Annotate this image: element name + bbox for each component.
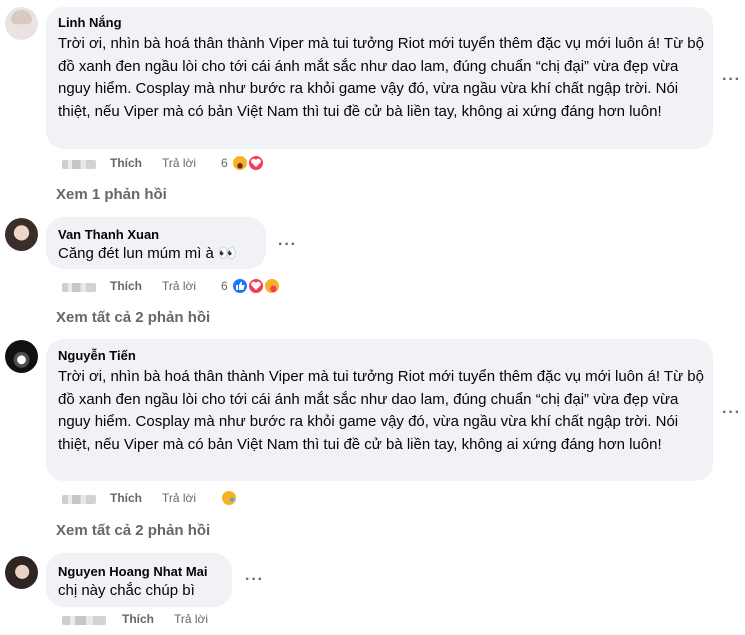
avatar[interactable] (5, 218, 38, 251)
reaction-count[interactable]: 6 (221, 279, 228, 293)
more-options-icon[interactable]: ··· (722, 72, 741, 88)
like-button[interactable]: Thích (110, 491, 142, 505)
comment-author[interactable]: Nguyen Hoang Nhat Mai (58, 564, 208, 579)
timestamp[interactable] (62, 283, 96, 292)
heart-icon[interactable] (247, 154, 265, 172)
comment-text: Căng đét lun múm mì à 👀 (58, 245, 237, 262)
view-replies-link[interactable]: Xem 1 phản hồi (56, 186, 167, 203)
sad-face-icon[interactable] (220, 489, 238, 507)
comment-actions: Thích Trả lời 6 (58, 277, 318, 297)
reply-button[interactable]: Trả lời (162, 156, 196, 170)
reply-button[interactable]: Trả lời (162, 491, 196, 505)
comment-text: Trời ơi, nhìn bà hoá thân thành Viper mà… (58, 368, 704, 453)
comment-author[interactable]: Nguyễn Tiến (58, 348, 136, 363)
avatar[interactable] (5, 7, 38, 40)
timestamp[interactable] (62, 495, 96, 504)
more-options-icon[interactable]: ··· (245, 572, 264, 588)
comment-actions: Thích Trả lời (58, 610, 318, 630)
comment-text: Trời ơi, nhìn bà hoá thân thành Viper mà… (58, 35, 704, 120)
timestamp[interactable] (62, 616, 106, 625)
like-button[interactable]: Thích (110, 279, 142, 293)
care-face-icon[interactable] (263, 277, 281, 295)
like-button[interactable]: Thích (110, 156, 142, 170)
reply-button[interactable]: Trả lời (174, 612, 208, 626)
comment-author[interactable]: Linh Nắng (58, 15, 122, 30)
avatar[interactable] (5, 556, 38, 589)
comment-text: chị này chắc chúp bì (58, 582, 195, 599)
more-options-icon[interactable]: ··· (278, 237, 297, 253)
comment-author[interactable]: Van Thanh Xuan (58, 227, 159, 242)
view-replies-link[interactable]: Xem tất cả 2 phản hồi (56, 522, 210, 539)
comment-actions: Thích Trả lời 6 (58, 154, 318, 174)
reaction-count[interactable]: 6 (221, 156, 228, 170)
view-replies-link[interactable]: Xem tất cả 2 phản hồi (56, 309, 210, 326)
comment-actions: Thích Trả lời (58, 489, 318, 509)
more-options-icon[interactable]: ··· (722, 405, 741, 421)
timestamp[interactable] (62, 160, 96, 169)
like-button[interactable]: Thích (122, 612, 154, 626)
avatar[interactable] (5, 340, 38, 373)
reply-button[interactable]: Trả lời (162, 279, 196, 293)
